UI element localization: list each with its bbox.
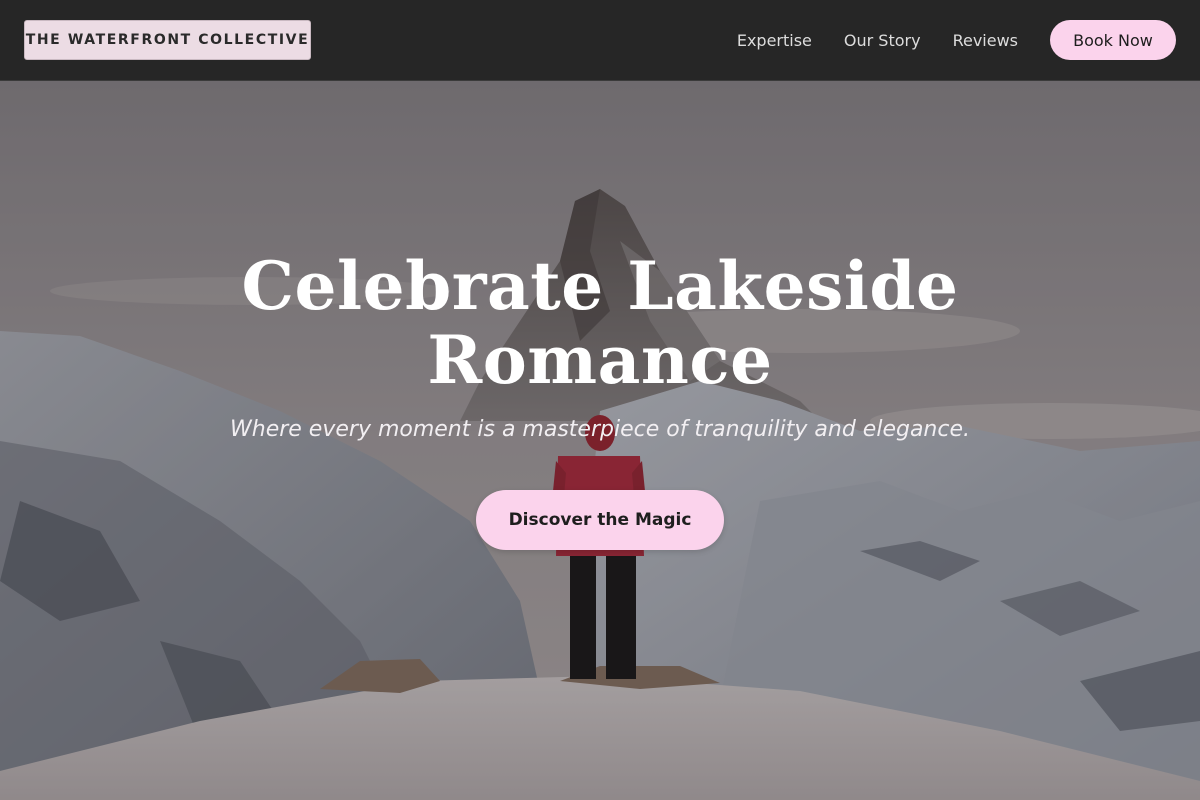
brand-logo[interactable]: THE WATERFRONT COLLECTIVE: [24, 20, 311, 60]
nav-link-our-story[interactable]: Our Story: [844, 31, 921, 50]
site-header: THE WATERFRONT COLLECTIVE Expertise Our …: [0, 0, 1200, 81]
hero-title-line2: Romance: [427, 321, 773, 399]
discover-magic-button[interactable]: Discover the Magic: [476, 490, 724, 550]
hero-section: Celebrate Lakeside Romance Where every m…: [0, 81, 1200, 800]
hero-title-line1: Celebrate Lakeside: [241, 247, 959, 325]
main-nav: Expertise Our Story Reviews Book Now: [737, 20, 1176, 60]
book-now-button[interactable]: Book Now: [1050, 20, 1176, 60]
hero-subtitle: Where every moment is a masterpiece of t…: [230, 417, 970, 442]
hero-title: Celebrate Lakeside Romance: [0, 249, 1200, 397]
nav-link-expertise[interactable]: Expertise: [737, 31, 812, 50]
nav-link-reviews[interactable]: Reviews: [953, 31, 1018, 50]
